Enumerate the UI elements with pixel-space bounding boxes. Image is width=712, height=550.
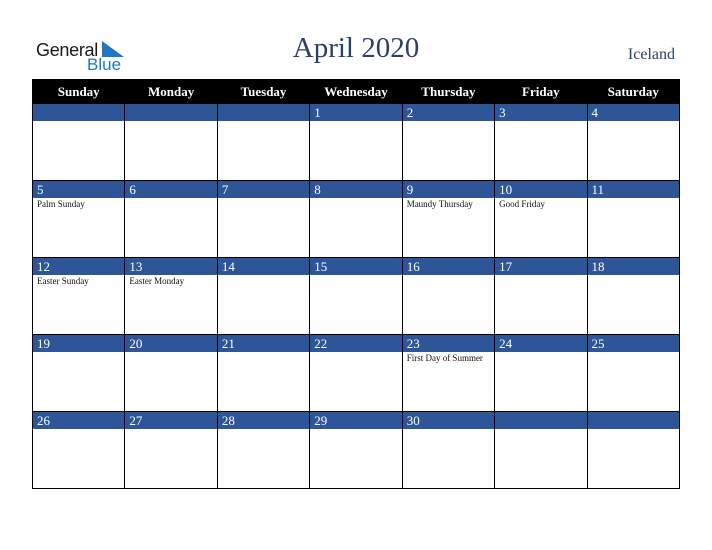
- day-number: 6: [124, 180, 218, 198]
- day-number: [31, 103, 126, 121]
- week-date-row: 26 27 28 29 30: [31, 411, 681, 429]
- weekday-header: Saturday: [586, 79, 681, 104]
- day-number: 19: [31, 334, 126, 352]
- weekday-header: Monday: [124, 79, 218, 104]
- day-cell-event: [494, 121, 588, 181]
- day-number: 3: [494, 103, 588, 121]
- weekday-header: Tuesday: [216, 79, 311, 104]
- day-number: 22: [309, 334, 403, 352]
- day-number: 30: [401, 411, 496, 429]
- day-cell-event: [124, 429, 218, 489]
- calendar-grid: Sunday Monday Tuesday Wednesday Thursday…: [31, 79, 681, 489]
- day-cell-event: [309, 275, 403, 335]
- day-cell-event: [216, 352, 311, 412]
- day-number: 2: [401, 103, 496, 121]
- day-cell-event: [494, 429, 588, 489]
- country-label: Iceland: [627, 46, 675, 63]
- week-event-row: [31, 121, 681, 181]
- day-cell-event: Good Friday: [494, 198, 588, 258]
- day-number: 16: [401, 257, 496, 275]
- weekday-header: Wednesday: [309, 79, 403, 104]
- day-cell-event: [309, 121, 403, 181]
- day-cell-event: [31, 352, 126, 412]
- day-cell-event: [216, 198, 311, 258]
- day-cell-event: [216, 429, 311, 489]
- day-cell-event: [401, 121, 496, 181]
- day-cell-event: [309, 198, 403, 258]
- day-cell-event: [586, 429, 681, 489]
- weekday-header: Friday: [494, 79, 588, 104]
- day-number: [586, 411, 681, 429]
- day-number: 13: [124, 257, 218, 275]
- day-cell-event: Easter Sunday: [31, 275, 126, 335]
- day-number: 7: [216, 180, 311, 198]
- day-cell-event: [494, 275, 588, 335]
- day-number: 26: [31, 411, 126, 429]
- day-cell-event: [494, 352, 588, 412]
- day-number: 1: [309, 103, 403, 121]
- day-cell-event: [586, 198, 681, 258]
- day-cell-event: [216, 275, 311, 335]
- day-number: 4: [586, 103, 681, 121]
- week-event-row: Palm Sunday Maundy Thursday Good Friday: [31, 198, 681, 258]
- day-number: 10: [494, 180, 588, 198]
- page-title: April 2020: [292, 32, 420, 64]
- day-number: 5: [31, 180, 126, 198]
- week-event-row: First Day of Summer: [31, 352, 681, 412]
- day-cell-event: [586, 121, 681, 181]
- day-number: 27: [124, 411, 218, 429]
- day-cell-event: [216, 121, 311, 181]
- day-cell-event: [309, 429, 403, 489]
- week-event-row: [31, 429, 681, 489]
- day-number: 24: [494, 334, 588, 352]
- day-number: 11: [586, 180, 681, 198]
- day-number: 28: [216, 411, 311, 429]
- day-number: 20: [124, 334, 218, 352]
- weekday-header-row: Sunday Monday Tuesday Wednesday Thursday…: [31, 79, 681, 104]
- day-number: 12: [31, 257, 126, 275]
- day-number: 29: [309, 411, 403, 429]
- day-number: [494, 411, 588, 429]
- day-cell-event: Maundy Thursday: [401, 198, 496, 258]
- day-number: 14: [216, 257, 311, 275]
- week-event-row: Easter Sunday Easter Monday: [31, 275, 681, 335]
- day-cell-event: [31, 121, 126, 181]
- day-number: 9: [401, 180, 496, 198]
- weekday-header: Thursday: [401, 79, 496, 104]
- day-number: 17: [494, 257, 588, 275]
- day-cell-event: [31, 429, 126, 489]
- day-cell-event: [586, 352, 681, 412]
- day-number: 15: [309, 257, 403, 275]
- day-cell-event: [124, 352, 218, 412]
- day-number: 21: [216, 334, 311, 352]
- week-date-row: 5 6 7 8 9 10 11: [31, 180, 681, 198]
- day-cell-event: [124, 198, 218, 258]
- week-date-row: 1234: [31, 103, 681, 121]
- day-number: 8: [309, 180, 403, 198]
- day-cell-event: [309, 352, 403, 412]
- day-cell-event: [401, 275, 496, 335]
- day-cell-event: First Day of Summer: [401, 352, 496, 412]
- day-number: [216, 103, 311, 121]
- day-cell-event: [401, 429, 496, 489]
- weekday-header: Sunday: [31, 79, 126, 104]
- day-number: 23: [401, 334, 496, 352]
- day-cell-event: [124, 121, 218, 181]
- day-number: 18: [586, 257, 681, 275]
- day-cell-event: [586, 275, 681, 335]
- week-date-row: 12 13 14 15 16 17 18: [31, 257, 681, 275]
- week-date-row: 19 20 21 22 23 24 25: [31, 334, 681, 352]
- day-cell-event: Easter Monday: [124, 275, 218, 335]
- day-cell-event: Palm Sunday: [31, 198, 126, 258]
- day-number: 25: [586, 334, 681, 352]
- day-number: [124, 103, 218, 121]
